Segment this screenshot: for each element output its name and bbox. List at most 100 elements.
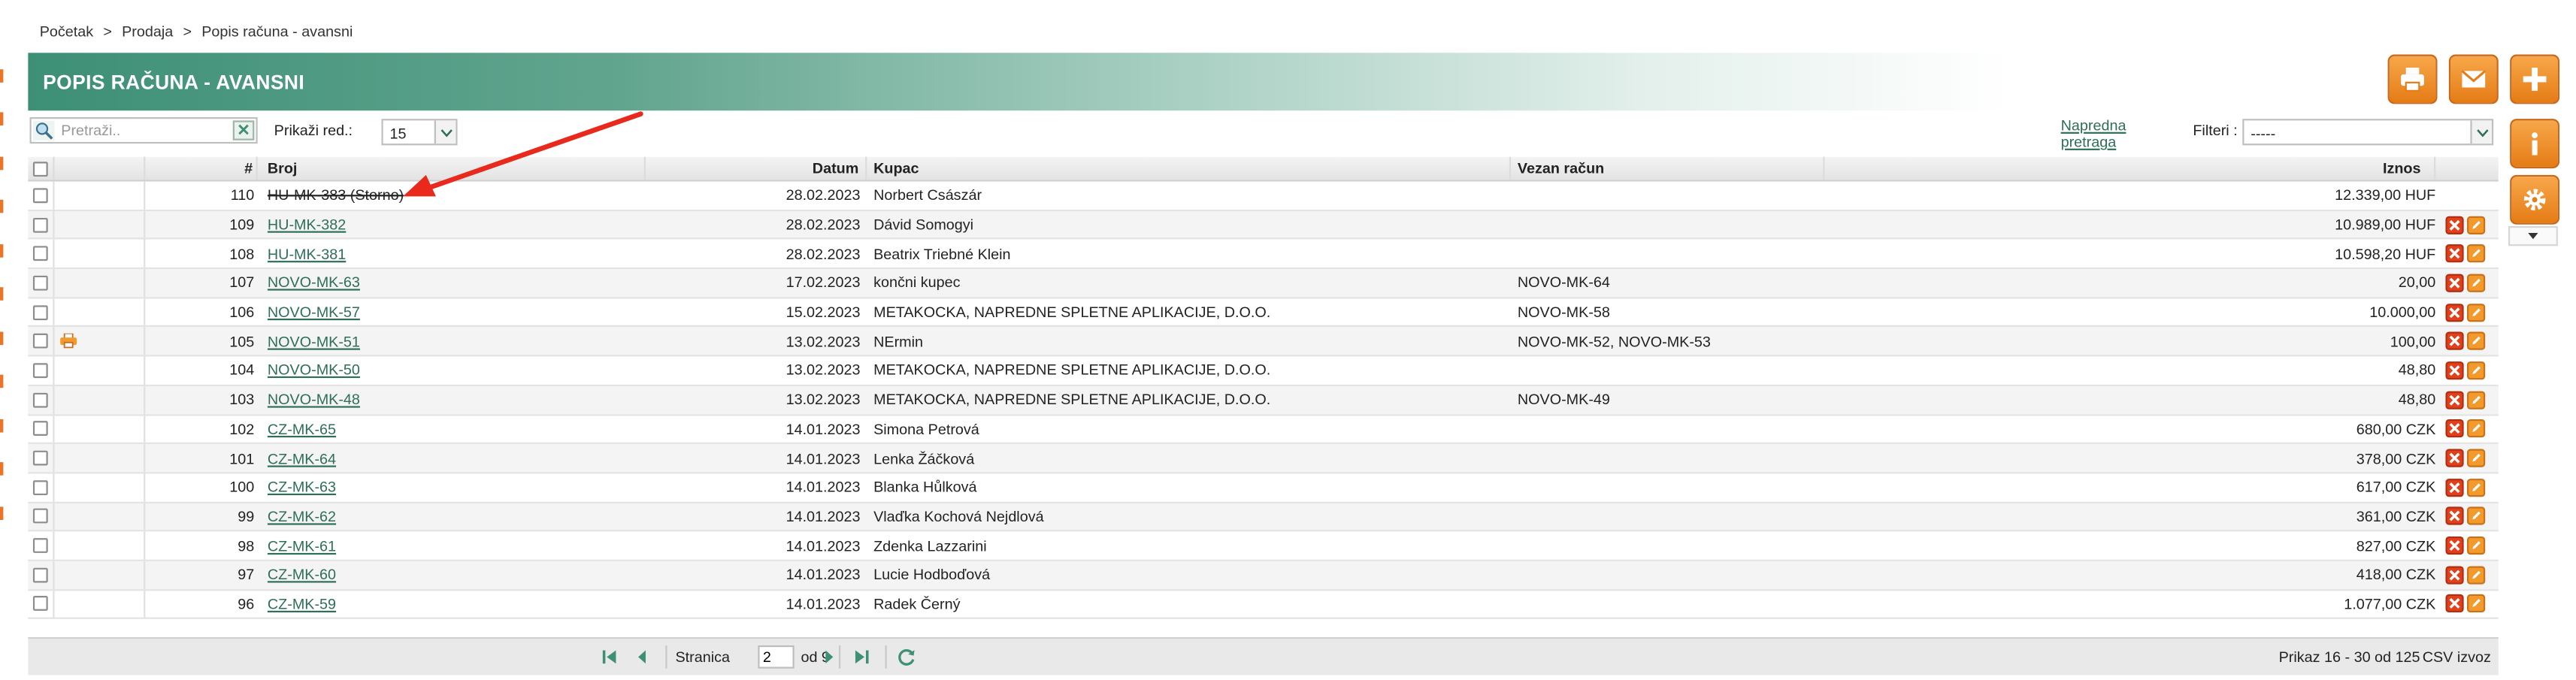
print-button[interactable]: [2387, 54, 2438, 104]
settings-dropdown-toggle[interactable]: [2508, 225, 2558, 246]
invoice-number-link[interactable]: HU-MK-381: [268, 246, 346, 262]
header-broj[interactable]: Broj: [258, 156, 646, 180]
advanced-search-link[interactable]: Napredna pretraga: [2061, 117, 2160, 150]
breadcrumb-home[interactable]: Početak: [40, 23, 93, 40]
edit-button[interactable]: [2467, 536, 2486, 555]
delete-button[interactable]: [2445, 332, 2464, 351]
edit-button[interactable]: [2467, 215, 2486, 234]
invoice-number-link[interactable]: CZ-MK-65: [268, 421, 336, 437]
table-row[interactable]: 105 NOVO-MK-51 13.02.2023 NErmin NOVO-MK-52,…: [28, 327, 2499, 357]
edit-button[interactable]: [2467, 449, 2486, 467]
last-page-button[interactable]: [852, 647, 872, 666]
delete-button[interactable]: [2445, 244, 2464, 263]
row-checkbox[interactable]: [32, 479, 48, 495]
edit-button[interactable]: [2467, 361, 2486, 380]
invoice-number-link[interactable]: NOVO-MK-57: [268, 304, 360, 320]
row-checkbox[interactable]: [32, 538, 48, 554]
delete-button[interactable]: [2445, 419, 2464, 438]
row-checkbox[interactable]: [32, 216, 48, 232]
edit-button[interactable]: [2467, 566, 2486, 585]
table-row[interactable]: 102 CZ-MK-65 14.01.2023 Simona Petrová 680,0…: [28, 415, 2499, 445]
delete-button[interactable]: [2445, 303, 2464, 322]
invoice-number-link[interactable]: CZ-MK-62: [268, 508, 336, 524]
delete-button[interactable]: [2445, 536, 2464, 555]
clear-search-button[interactable]: [232, 120, 255, 141]
row-checkbox[interactable]: [32, 246, 48, 261]
header-kupac[interactable]: Kupac: [867, 156, 1512, 180]
table-row[interactable]: 101 CZ-MK-64 14.01.2023 Lenka Žáčková 378,00…: [28, 444, 2499, 474]
delete-button[interactable]: [2445, 478, 2464, 497]
chevron-down-icon[interactable]: [434, 120, 456, 144]
edit-button[interactable]: [2467, 478, 2486, 497]
invoice-number-link[interactable]: NOVO-MK-51: [268, 333, 360, 349]
table-row[interactable]: 97 CZ-MK-60 14.01.2023 Lucie Hodboďová 418,0…: [28, 561, 2499, 591]
row-checkbox[interactable]: [32, 392, 48, 407]
invoice-number-link[interactable]: CZ-MK-64: [268, 450, 336, 467]
row-checkbox[interactable]: [32, 275, 48, 291]
invoice-number-link[interactable]: NOVO-MK-50: [268, 362, 360, 379]
delete-button[interactable]: [2445, 566, 2464, 585]
next-page-button[interactable]: [819, 647, 839, 666]
header-vezan-racun[interactable]: Vezan račun: [1511, 156, 1825, 180]
refresh-button[interactable]: [897, 647, 916, 666]
delete-button[interactable]: [2445, 507, 2464, 526]
edit-button[interactable]: [2467, 303, 2486, 322]
delete-button[interactable]: [2445, 274, 2464, 292]
invoice-number-link[interactable]: NOVO-MK-63: [268, 275, 360, 292]
invoice-number-link[interactable]: NOVO-MK-48: [268, 391, 360, 408]
first-page-button[interactable]: [599, 647, 619, 666]
table-row[interactable]: 107 NOVO-MK-63 17.02.2023 končni kupec NOVO-…: [28, 269, 2499, 299]
settings-button[interactable]: [2510, 174, 2560, 225]
table-row[interactable]: 104 NOVO-MK-50 13.02.2023 METAKOCKA, NAPRED…: [28, 356, 2499, 386]
delete-button[interactable]: [2445, 215, 2464, 234]
invoice-number-link[interactable]: HU-MK-382: [268, 216, 346, 233]
row-checkbox[interactable]: [32, 304, 48, 320]
rows-per-page-select[interactable]: 15: [381, 119, 458, 146]
invoice-number-link[interactable]: CZ-MK-60: [268, 567, 336, 583]
table-row[interactable]: 98 CZ-MK-61 14.01.2023 Zdenka Lazzarini 827,…: [28, 531, 2499, 561]
table-row[interactable]: 109 HU-MK-382 28.02.2023 Dávid Somogyi 10.98…: [28, 210, 2499, 240]
filters-select[interactable]: -----: [2242, 119, 2494, 146]
delete-button[interactable]: [2445, 594, 2464, 614]
delete-button[interactable]: [2445, 361, 2464, 380]
table-row[interactable]: 110 HU-MK-383 (Storno) 28.02.2023 Norbert C…: [28, 181, 2499, 211]
row-checkbox[interactable]: [32, 567, 48, 582]
row-checkbox[interactable]: [32, 509, 48, 524]
table-row[interactable]: 100 CZ-MK-63 14.01.2023 Blanka Hůlková 617,0…: [28, 473, 2499, 503]
search-icon[interactable]: [32, 120, 55, 141]
edit-button[interactable]: [2467, 594, 2486, 614]
table-row[interactable]: 96 CZ-MK-59 14.01.2023 Radek Černý 1.077,00 …: [28, 590, 2499, 620]
edit-button[interactable]: [2467, 332, 2486, 351]
email-button[interactable]: [2448, 54, 2499, 104]
edit-button[interactable]: [2467, 244, 2486, 263]
search-input[interactable]: [57, 119, 230, 142]
row-checkbox[interactable]: [32, 363, 48, 378]
chevron-down-icon[interactable]: [2470, 120, 2492, 144]
edit-button[interactable]: [2467, 390, 2486, 410]
row-checkbox[interactable]: [32, 450, 48, 466]
add-button[interactable]: [2510, 54, 2560, 104]
row-checkbox[interactable]: [32, 421, 48, 437]
header-number[interactable]: #: [145, 156, 258, 180]
table-row[interactable]: 103 NOVO-MK-48 13.02.2023 METAKOCKA, NAPRED…: [28, 385, 2499, 416]
edit-button[interactable]: [2467, 507, 2486, 526]
delete-button[interactable]: [2445, 390, 2464, 410]
prev-page-button[interactable]: [632, 647, 652, 666]
table-row[interactable]: 108 HU-MK-381 28.02.2023 Beatrix Triebné Kl…: [28, 240, 2499, 270]
row-checkbox[interactable]: [32, 597, 48, 612]
delete-button[interactable]: [2445, 449, 2464, 467]
row-checkbox[interactable]: [32, 334, 48, 349]
header-datum[interactable]: Datum: [646, 156, 867, 180]
breadcrumb-sales[interactable]: Prodaja: [122, 23, 173, 40]
invoice-number-link[interactable]: CZ-MK-59: [268, 596, 336, 612]
select-all-checkbox[interactable]: [32, 161, 48, 176]
csv-export-button[interactable]: CSV izvoz: [2423, 648, 2491, 665]
edit-button[interactable]: [2467, 274, 2486, 292]
info-button[interactable]: [2510, 119, 2560, 169]
invoice-number-link[interactable]: CZ-MK-63: [268, 479, 336, 496]
header-iznos[interactable]: Iznos: [1824, 156, 2436, 180]
table-row[interactable]: 99 CZ-MK-62 14.01.2023 Vlaďka Kochová Nejdl…: [28, 503, 2499, 532]
page-number-input[interactable]: [758, 645, 795, 669]
invoice-number-link[interactable]: CZ-MK-61: [268, 537, 336, 554]
edit-button[interactable]: [2467, 419, 2486, 438]
